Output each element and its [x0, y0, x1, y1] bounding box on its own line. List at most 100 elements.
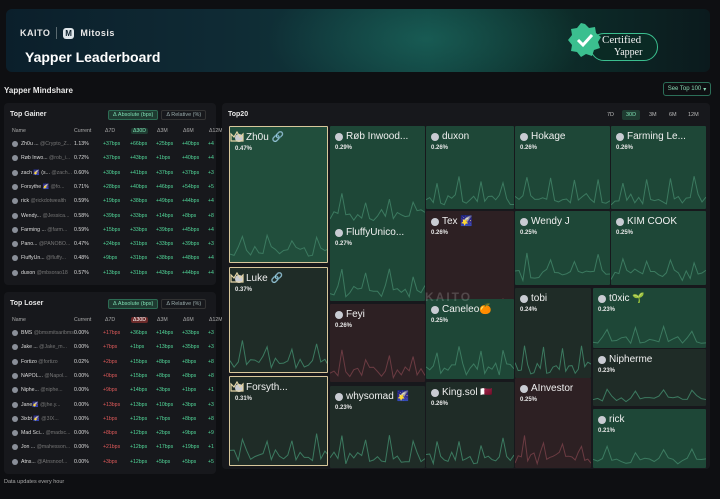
table-row[interactable]: FluffyUn... @fluffy... 0.48% +9bps +31bps +3…	[12, 255, 216, 265]
table-row[interactable]: Wendy... @Jessica... 0.58% +39bps +33bps +14…	[12, 212, 216, 223]
period-tab-3m[interactable]: 3M	[645, 110, 661, 120]
column-header[interactable]: Δ30D	[131, 317, 148, 323]
delta-value: +1bps	[182, 387, 197, 394]
current-value: 0.60%	[74, 169, 89, 176]
sparkline	[611, 257, 706, 282]
delta-value: +3bps	[182, 401, 197, 408]
table-row[interactable]: Farming ... @farm... 0.59% +15bps +33bps +39…	[12, 226, 216, 237]
column-header[interactable]: Δ7D	[105, 317, 115, 323]
table-row[interactable]: NAPOL... @Napol... 0.00% +0bps +15bps +8bps +…	[12, 372, 216, 383]
leaderboard-tile[interactable]: Nipherme 0.23%	[593, 349, 706, 406]
column-header[interactable]: Δ3M	[157, 317, 168, 323]
see-top-100-button[interactable]: See Top 100 ▾	[663, 82, 711, 96]
delta-value: +8bps	[182, 358, 197, 365]
toggle-absolute[interactable]: Δ Absolute (bps)	[108, 299, 159, 309]
table-row[interactable]: rick @rickdotwealth 0.59% +19bps +38bps +49b…	[12, 198, 216, 208]
current-value: 0.00%	[74, 401, 89, 408]
leaderboard-tile[interactable]: Farming Le... 0.26%	[611, 126, 706, 209]
leaderboard-tile[interactable]: Hokage 0.26%	[515, 126, 610, 209]
period-tab-30d[interactable]: 30D	[622, 110, 641, 120]
column-header[interactable]: Δ6M	[183, 128, 194, 134]
user-handle: @Jessica...	[41, 212, 70, 219]
user-handle: @madsc...	[44, 430, 71, 437]
table-row[interactable]: duxon @mbsorao18 0.57% +13bps +31bps +43bps +…	[12, 269, 216, 280]
table-row[interactable]: Forsythe 🌠 @fo... 0.71% +28bps +40bps +46bps…	[12, 183, 216, 194]
period-tab-12m[interactable]: 12M	[684, 110, 703, 120]
table-row[interactable]: BMS @bmsmitsaribms 0.00% +17bps +36bps +14bp…	[12, 330, 216, 340]
column-header[interactable]: Δ3M	[157, 128, 168, 134]
delta-value: +31bps	[130, 255, 148, 262]
leaderboard-tile[interactable]: King.sol 🇶🇦 0.26%	[426, 382, 514, 468]
user-name: rick @rickdotwealth	[21, 198, 67, 205]
table-row[interactable]: Pano... @PANOBO... 0.47% +24bps +31bps +33bp…	[12, 241, 216, 251]
table-row[interactable]: Jane🌠 @jhe.y... 0.00% +13bps +13bps +10bps +3…	[12, 401, 216, 412]
table-row[interactable]: 3ixbt 🌠 @3IX... 0.00% +1bps +12bps +7bps +8bp…	[12, 415, 216, 426]
leaderboard-tile[interactable]: tobi 0.24%	[515, 288, 591, 378]
delta-value: +33bps	[130, 212, 148, 219]
tile-name-text: Farming Le...	[627, 131, 686, 142]
column-header[interactable]: Δ12M	[209, 128, 223, 134]
table-row[interactable]: Zh0u ... @Crypto_Z... 1.13% +37bps +66bps +2…	[12, 141, 216, 151]
column-header[interactable]: Name	[12, 128, 26, 134]
leaderboard-tile[interactable]: FluffyUnico... 0.27%	[330, 222, 425, 301]
avatar	[12, 358, 18, 365]
table-row[interactable]: Niphe... @niphe... 0.00% +9bps +14bps +3bps +…	[12, 387, 216, 397]
column-header[interactable]: Δ6M	[183, 317, 194, 323]
delta-value: +43bps	[156, 269, 174, 276]
leaderboard-tile[interactable]: AInvestor 0.25%	[515, 378, 591, 468]
avatar	[12, 212, 18, 219]
table-row[interactable]: Jake ... @Jake_m... 0.00% +7bps +1bps +13bps…	[12, 344, 216, 354]
leaderboard-tile[interactable]: Røb Inwood... 0.29%	[330, 126, 425, 225]
leaderboard-tile[interactable]: Wendy J 0.25%	[515, 211, 610, 285]
tile-value: 0.24%	[520, 307, 538, 313]
table-row[interactable]: Atns... @Atnsnoof... 0.00% +3bps +12bps +5bp…	[12, 458, 216, 469]
leaderboard-tile[interactable]: Caneleo🍊 0.25%	[426, 299, 514, 379]
avatar	[12, 372, 18, 379]
toggle-absolute[interactable]: Δ Absolute (bps)	[108, 110, 159, 120]
delta-value: +1bps	[156, 155, 171, 162]
leaderboard-tile[interactable]: whysomad 🌠 0.23%	[330, 386, 425, 468]
leaderboard-tile[interactable]: duxon 0.26%	[426, 126, 514, 209]
delta-value: +36bps	[130, 330, 148, 336]
period-tab-6m[interactable]: 6M	[665, 110, 681, 120]
delta-value: +19bps	[182, 444, 200, 451]
avatar	[12, 330, 18, 336]
toggle-relative[interactable]: Δ Relative (%)	[161, 110, 207, 120]
delta-value: +8	[208, 415, 214, 422]
crown-icon	[230, 131, 244, 142]
user-handle: @jhe.y...	[38, 401, 61, 408]
delta-value: +39bps	[103, 212, 121, 219]
toggle-relative[interactable]: Δ Relative (%)	[161, 299, 207, 309]
sparkline	[515, 435, 591, 466]
delta-value: +66bps	[130, 141, 148, 147]
avatar	[616, 217, 624, 226]
user-handle: @mbsorao18	[35, 269, 68, 276]
table-row[interactable]: Røb Inwo... @rob_i... 0.72% +37bps +43bps +1…	[12, 155, 216, 165]
leaderboard-tile[interactable]: Forsyth... 0.31%	[229, 376, 328, 466]
column-header[interactable]: Name	[12, 317, 26, 323]
tile-value: 0.26%	[431, 230, 449, 236]
table-row[interactable]: zach 🌠 (s... @zach... 0.60% +30bps +41bps +3…	[12, 169, 216, 180]
column-header[interactable]: Current	[74, 317, 91, 323]
column-header[interactable]: Δ12M	[209, 317, 223, 323]
delta-value: +8bps	[156, 358, 171, 365]
leaderboard-tile[interactable]: Luke 🔗 0.37%	[229, 267, 328, 373]
leaderboard-tile[interactable]: Feyi 0.26%	[330, 304, 425, 382]
current-value: 0.00%	[74, 344, 89, 351]
leaderboard-tile[interactable]: Zh0u 🔗 0.47%	[229, 126, 328, 263]
column-header[interactable]: Δ7D	[105, 128, 115, 134]
leaderboard-tile[interactable]: rick 0.21%	[593, 409, 706, 468]
delta-value: +13bps	[103, 269, 121, 276]
current-value: 0.02%	[74, 358, 89, 365]
column-header[interactable]: Current	[74, 128, 91, 134]
table-row[interactable]: Mad Sci... @madsc... 0.00% +8bps +12bps +2bp…	[12, 430, 216, 440]
column-header[interactable]: Δ30D	[131, 128, 148, 134]
period-tab-7d[interactable]: 7D	[603, 110, 618, 120]
delta-value: +46bps	[156, 183, 174, 190]
avatar	[12, 141, 18, 147]
leaderboard-tile[interactable]: t0xic 🌱 0.23%	[593, 288, 706, 348]
table-row[interactable]: Jon ... @mahesson... 0.00% +21bps +12bps +17…	[12, 444, 216, 454]
leaderboard-tile[interactable]: KIM COOK 0.25%	[611, 211, 706, 285]
table-row[interactable]: Fortizo @fortizo 0.02% +2bps +15bps +8bps +8b…	[12, 358, 216, 369]
user-name: 3ixbt 🌠 @3IX...	[21, 415, 59, 422]
